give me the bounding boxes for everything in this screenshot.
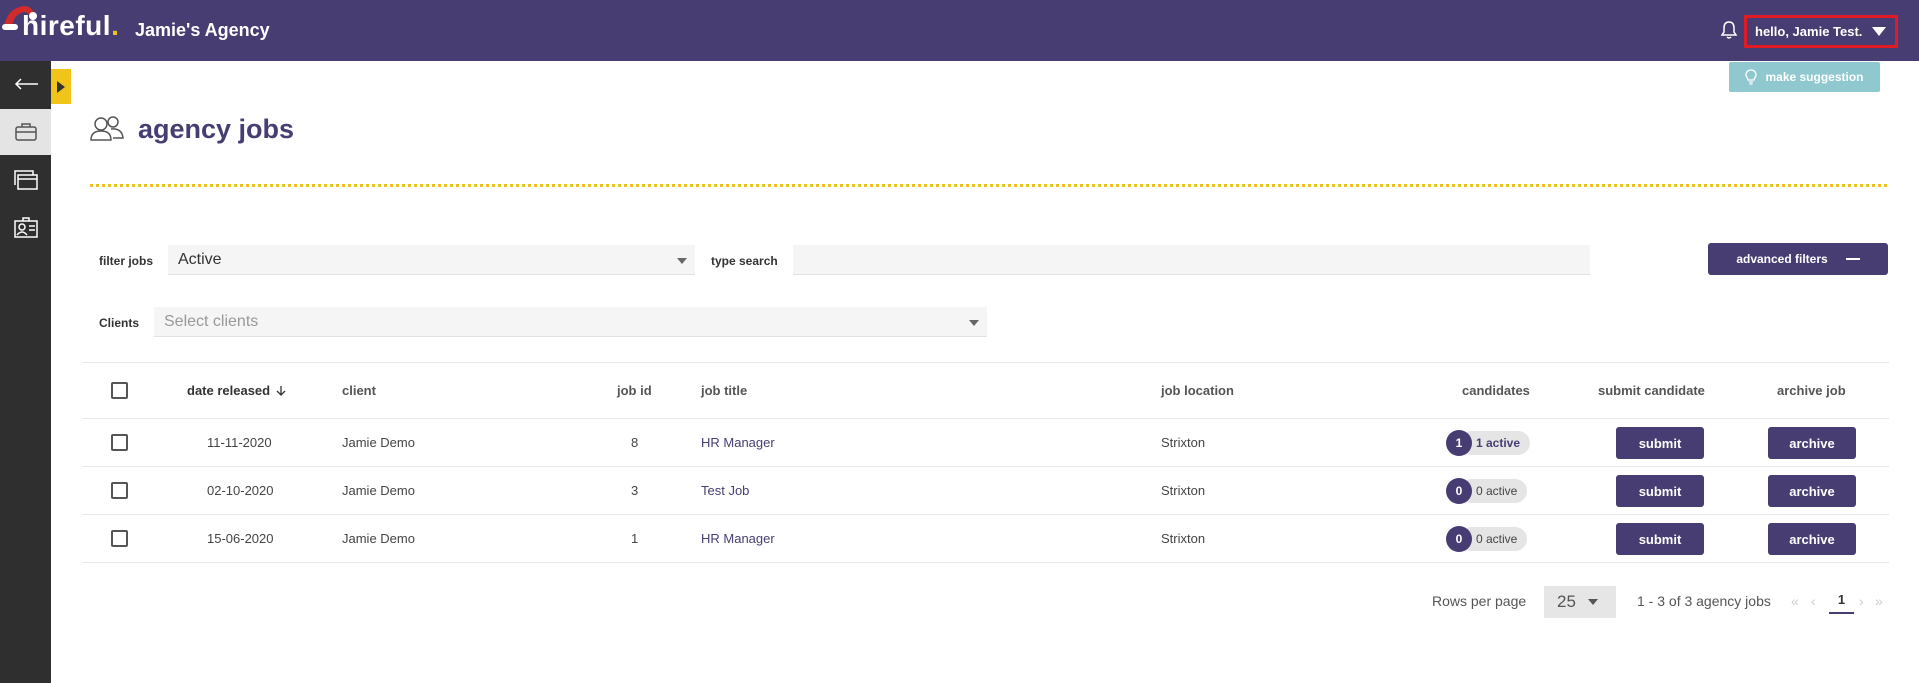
sidebar-item-windows[interactable] [0,157,51,203]
page-title: agency jobs [138,114,295,144]
rows-per-page-select[interactable]: 25 [1544,586,1616,618]
submit-button[interactable]: submit [1616,427,1704,459]
header-job-location[interactable]: job location [1161,363,1234,418]
rows-per-page-value: 25 [1557,592,1576,611]
job-location-cell: Strixton [1161,435,1206,450]
type-search-input[interactable] [793,245,1590,275]
header-job-id[interactable]: job id [617,363,652,418]
job-location-cell: Strixton [1161,483,1206,498]
archive-button[interactable]: archive [1768,427,1856,459]
client-cell: Jamie Demo [342,531,415,546]
archive-button[interactable]: archive [1768,523,1856,555]
job-title-link[interactable]: HR Manager [701,419,775,466]
select-all-checkbox[interactable] [111,382,128,399]
sidebar-toggle[interactable] [51,69,71,104]
next-page-icon[interactable]: › [1859,593,1864,609]
rows-per-page-label: Rows per page [1432,593,1527,609]
filter-jobs-value: Active [178,250,222,268]
filter-jobs-label: filter jobs [99,254,154,268]
sort-down-arrow-icon [276,385,286,396]
user-menu[interactable]: hello, Jamie Test. [1744,15,1898,48]
candidates-badge[interactable]: 0 0 active [1446,478,1528,504]
job-location-cell: Strixton [1161,531,1206,546]
caret-down-icon [1872,27,1887,36]
job-id-cell: 8 [631,435,639,450]
header-client[interactable]: client [342,363,376,418]
advanced-filters-button[interactable]: advanced filters [1708,243,1888,275]
date-released-cell: 02-10-2020 [207,483,274,498]
prev-page-icon[interactable]: ‹ [1811,593,1816,609]
table-row[interactable]: 02-10-2020 Jamie Demo 3 Test Job Strixto… [83,467,1889,515]
agency-name: Jamie's Agency [135,20,270,40]
sidebar [0,61,51,683]
candidates-badge[interactable]: 1 1 active [1446,430,1531,456]
sidebar-item-jobs[interactable] [0,109,51,155]
client-cell: Jamie Demo [342,483,415,498]
current-page[interactable]: 1 [1829,592,1854,614]
job-title-link[interactable]: Test Job [701,467,749,514]
chevron-down-icon [969,320,979,326]
client-cell: Jamie Demo [342,435,415,450]
caret-right-icon [57,80,65,93]
job-id-cell: 1 [631,531,639,546]
agency-people-icon [90,116,124,141]
archive-button[interactable]: archive [1768,475,1856,507]
submit-button[interactable]: submit [1616,523,1704,555]
first-page-icon[interactable]: « [1791,593,1799,609]
minus-icon [1845,258,1860,260]
type-search-label: type search [711,254,778,268]
job-title-link[interactable]: HR Manager [701,515,775,562]
clients-label: Clients [99,316,140,330]
candidates-count: 0 [1446,478,1472,504]
row-checkbox[interactable] [111,530,128,547]
date-released-cell: 15-06-2020 [207,531,274,546]
id-card-icon [13,217,38,238]
candidates-count: 0 [1446,526,1472,552]
header-job-title[interactable]: job title [701,363,747,418]
briefcase-icon [14,123,37,141]
header-archive-job: archive job [1777,383,1846,398]
candidates-badge[interactable]: 0 0 active [1446,526,1528,552]
sidebar-item-back[interactable] [0,61,51,107]
header-submit-candidate: submit candidate [1598,383,1705,398]
user-greeting: hello, Jamie Test. [1755,24,1863,39]
last-page-icon[interactable]: » [1875,593,1883,609]
make-suggestion-label: make suggestion [1765,70,1864,84]
clients-select[interactable]: Select clients [154,307,987,337]
bell-icon[interactable] [1720,20,1738,40]
make-suggestion-button[interactable]: make suggestion [1729,62,1880,92]
candidates-count: 1 [1446,430,1472,456]
row-checkbox[interactable] [111,482,128,499]
header-candidates: candidates [1462,383,1530,398]
advanced-filters-label: advanced filters [1736,252,1828,266]
hireful-logo[interactable]: hireful. [22,10,119,42]
browser-windows-icon [13,170,38,190]
clients-placeholder: Select clients [164,312,259,330]
table-row[interactable]: 11-11-2020 Jamie Demo 8 HR Manager Strix… [83,419,1889,467]
date-released-cell: 11-11-2020 [207,435,272,450]
filter-jobs-select[interactable]: Active [168,245,695,275]
table-row[interactable]: 15-06-2020 Jamie Demo 1 HR Manager Strix… [83,515,1889,563]
back-arrow-icon [14,78,38,90]
pagination-range: 1 - 3 of 3 agency jobs [1637,593,1771,609]
lightbulb-icon [1745,69,1758,85]
row-checkbox[interactable] [111,434,128,451]
header-date-released[interactable]: date released [187,363,286,418]
table-header: date released client job id job title jo… [83,362,1889,419]
job-id-cell: 3 [631,483,639,498]
chevron-down-icon [1588,599,1598,605]
submit-button[interactable]: submit [1616,475,1704,507]
top-bar: hireful. Jamie's Agency hello, Jamie Tes… [0,0,1919,61]
title-divider [90,184,1887,187]
sidebar-item-contacts[interactable] [0,205,51,251]
chevron-down-icon [677,258,687,264]
